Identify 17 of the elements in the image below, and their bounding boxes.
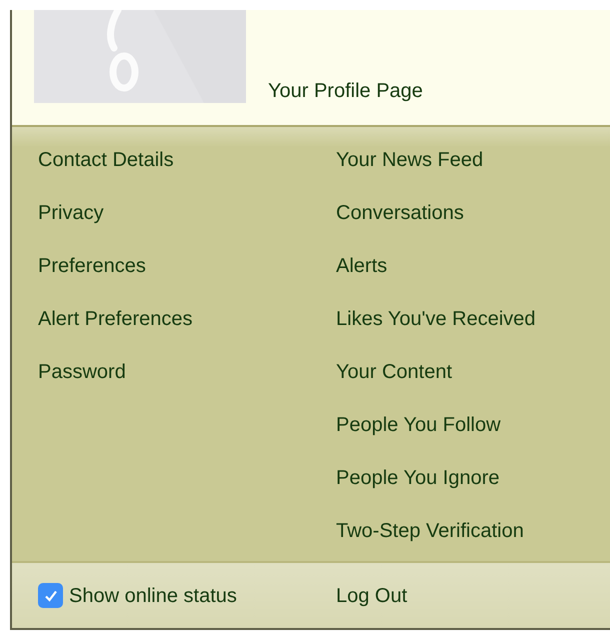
log-out-link[interactable]: Log Out — [336, 580, 408, 610]
menu-link[interactable]: Privacy — [38, 198, 104, 228]
menu-link[interactable]: Alerts — [336, 250, 388, 280]
menu-link[interactable]: Two-Step Verification — [336, 516, 524, 546]
menu-link[interactable]: Likes You've Received — [336, 304, 536, 334]
show-online-status-checkbox[interactable]: Show online status — [38, 580, 336, 610]
menu-link[interactable]: Conversations — [336, 198, 464, 228]
menu-link[interactable]: People You Ignore — [336, 462, 500, 492]
profile-title[interactable]: Your Profile Page — [268, 76, 423, 106]
checkbox[interactable] — [38, 583, 63, 608]
menu-link[interactable]: Preferences — [38, 250, 146, 280]
menu-link[interactable]: People You Follow — [336, 410, 501, 440]
menu-link[interactable]: Your News Feed — [336, 144, 484, 174]
menu-link[interactable]: Contact Details — [38, 144, 174, 174]
menu-link[interactable]: Alert Preferences — [38, 304, 193, 334]
menu-link[interactable]: Password — [38, 356, 126, 386]
menu-link[interactable]: Your Content — [336, 356, 452, 386]
